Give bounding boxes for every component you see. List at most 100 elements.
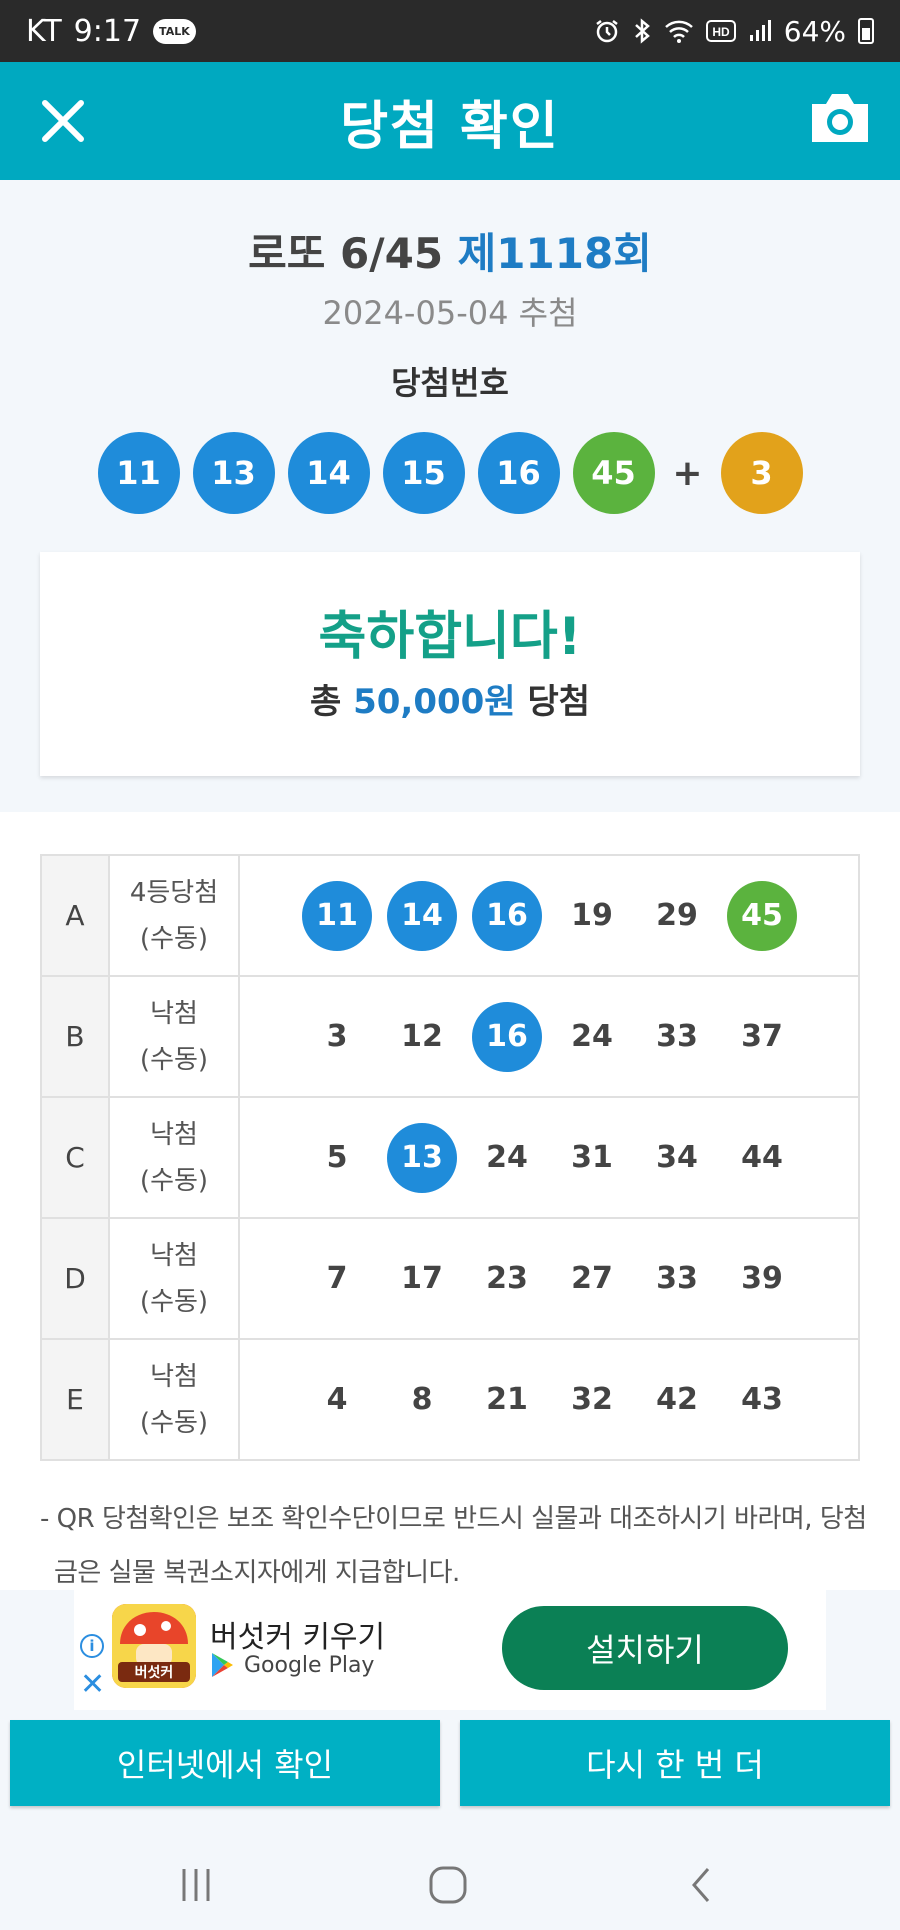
winning-number-ball: 14: [287, 432, 370, 514]
bottom-action-bar: 인터넷에서 확인 다시 한 번 더: [0, 1710, 900, 1830]
ticket-table: A 4등당첨 (수동) 11 14 16 19 29 45 B 낙첨 (수동) 3 12 16 24 33 37 C…: [40, 854, 860, 1461]
ticket-number: 43: [741, 1382, 783, 1417]
status-bar: KT 9:17 TALK HD 64%: [0, 0, 900, 62]
row-numbers: 5 13 24 31 34 44: [238, 1096, 860, 1219]
winning-number-ball: 13: [192, 432, 275, 514]
hd-voice-icon: HD: [705, 20, 736, 42]
winning-numbers: 11 13 14 15 16 45 + 3: [0, 432, 900, 514]
matched-number: 45: [727, 880, 797, 951]
lotto-name: 로또 6/45: [248, 229, 444, 278]
matched-number: 16: [472, 1001, 542, 1072]
internet-check-button[interactable]: 인터넷에서 확인: [10, 1720, 440, 1806]
ticket-number: 44: [741, 1140, 783, 1175]
row-result: 낙첨: [150, 1361, 198, 1392]
row-result: 낙첨: [150, 998, 198, 1029]
row-numbers: 3 12 16 24 33 37: [238, 975, 860, 1098]
ad-install-button[interactable]: 설치하기: [502, 1606, 788, 1690]
back-button[interactable]: [672, 1860, 732, 1910]
plus-sign: +: [672, 452, 703, 494]
home-button[interactable]: [418, 1860, 478, 1910]
close-icon: [42, 100, 84, 142]
signal-icon: [748, 19, 772, 43]
ticket-row-a: A 4등당첨 (수동) 11 14 16 19 29 45: [40, 854, 860, 977]
app-header: 당첨 확인: [0, 62, 900, 180]
close-button[interactable]: [32, 90, 94, 152]
total-prize: 총 50,000원 당첨: [40, 674, 860, 723]
total-suffix: 당첨: [527, 682, 590, 722]
row-mode: (수동): [139, 1165, 209, 1196]
row-status: 낙첨 (수동): [108, 1096, 240, 1219]
row-result: 낙첨: [150, 1240, 198, 1271]
matched-number: 14: [387, 880, 457, 951]
ticket-number: 33: [656, 1019, 698, 1054]
back-icon: [692, 1868, 710, 1902]
row-numbers: 7 17 23 27 33 39: [238, 1217, 860, 1340]
ticket-row-b: B 낙첨 (수동) 3 12 16 24 33 37: [40, 975, 860, 1098]
google-play-icon: [212, 1653, 233, 1677]
kakaotalk-notification-icon: TALK: [153, 18, 196, 44]
draw-title: 로또 6/45 제1118회: [0, 220, 900, 281]
matched-number: 16: [472, 880, 542, 951]
row-letter: A: [40, 854, 110, 977]
winning-number-ball: 15: [382, 432, 465, 514]
battery-icon: [858, 18, 874, 44]
check-again-button[interactable]: 다시 한 번 더: [460, 1720, 890, 1806]
recent-apps-button[interactable]: [166, 1860, 226, 1910]
ticket-number: 12: [401, 1019, 443, 1054]
alarm-icon: [594, 18, 620, 44]
svg-text:HD: HD: [712, 25, 730, 39]
camera-icon: [812, 94, 868, 142]
ad-banner[interactable]: i ✕ 버섯커 버섯커 키우기 Google Play 설치하기: [74, 1588, 826, 1710]
ticket-number: 33: [656, 1261, 698, 1296]
ticket-number: 32: [571, 1382, 613, 1417]
winning-number-ball: 45: [572, 432, 655, 514]
row-numbers: 11 14 16 19 29 45: [238, 854, 860, 977]
ad-icon-text: 버섯커: [135, 1664, 174, 1681]
ad-info-icon[interactable]: i: [80, 1634, 104, 1658]
camera-button[interactable]: [808, 90, 872, 150]
row-mode: (수동): [139, 1044, 209, 1075]
matched-number: 11: [302, 880, 372, 951]
ad-store-row: Google Play: [210, 1652, 374, 1678]
row-letter: C: [40, 1096, 110, 1219]
row-status: 낙첨 (수동): [108, 1217, 240, 1340]
ticket-number: 17: [401, 1261, 443, 1296]
ticket-number: 19: [571, 898, 613, 933]
row-numbers: 4 8 21 32 42 43: [238, 1338, 860, 1461]
winning-numbers-label: 당첨번호: [391, 364, 509, 402]
ticket-number: 29: [656, 898, 698, 933]
result-card: 축하합니다! 총 50,000원 당첨: [40, 552, 860, 776]
row-status: 4등당첨 (수동): [108, 854, 240, 977]
ad-close-icon[interactable]: ✕: [80, 1670, 105, 1700]
ticket-number: 27: [571, 1261, 613, 1296]
home-icon: [429, 1866, 467, 1904]
ticket-number: 34: [656, 1140, 698, 1175]
ticket-row-c: C 낙첨 (수동) 5 13 24 31 34 44: [40, 1096, 860, 1219]
battery-percent: 64%: [783, 14, 846, 48]
draw-summary: 로또 6/45 제1118회 2024-05-04 추첨 당첨번호 11 13 …: [0, 180, 900, 812]
ticket-number: 24: [486, 1140, 528, 1175]
matched-number: 13: [387, 1122, 457, 1193]
ad-app-icon[interactable]: 버섯커: [112, 1604, 196, 1688]
ad-store-label: Google Play: [244, 1652, 375, 1678]
row-result: 낙첨: [150, 1119, 198, 1150]
ad-app-name[interactable]: 버섯커 키우기: [210, 1612, 385, 1656]
ticket-number: 5: [326, 1140, 348, 1175]
draw-date: 2024-05-04 추첨: [322, 294, 578, 332]
status-right: HD 64%: [594, 15, 874, 48]
total-prefix: 총: [309, 682, 342, 722]
bluetooth-icon: [632, 17, 652, 45]
ticket-area: A 4등당첨 (수동) 11 14 16 19 29 45 B 낙첨 (수동) 3 12 16 24 33 37 C…: [0, 812, 900, 1590]
ticket-number: 21: [486, 1382, 528, 1417]
status-left: KT 9:17 TALK: [26, 14, 196, 49]
row-result: 4등당첨: [129, 877, 219, 908]
congrats-message: 축하합니다!: [318, 607, 582, 667]
ticket-row-d: D 낙첨 (수동) 7 17 23 27 33 39: [40, 1217, 860, 1340]
carrier-label: KT: [26, 13, 62, 49]
clock: 9:17: [73, 13, 142, 49]
recent-apps-icon: [182, 1869, 210, 1901]
ticket-number: 37: [741, 1019, 783, 1054]
ticket-number: 42: [656, 1382, 698, 1417]
ticket-number: 24: [571, 1019, 613, 1054]
ticket-number: 39: [741, 1261, 783, 1296]
